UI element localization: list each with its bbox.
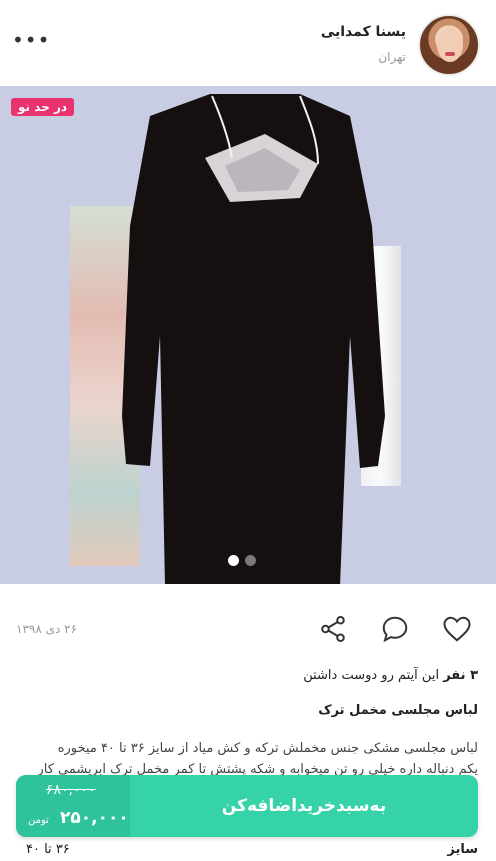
- size-label: سایز: [447, 842, 478, 857]
- new-price: ۲۵۰,۰۰۰: [60, 808, 129, 828]
- image-pagination: [228, 555, 256, 566]
- product-description: لباس مجلسی مشکی جنس مخملش ترکه و کش میاد…: [18, 738, 478, 780]
- likes-summary[interactable]: ۳ نفر این آیتم رو دوست داشتن: [303, 668, 478, 683]
- comment-icon[interactable]: [380, 614, 410, 644]
- size-value: ۳۶ تا ۴۰: [26, 842, 70, 857]
- product-image[interactable]: در حد نو: [0, 86, 496, 584]
- more-options-icon[interactable]: •••: [12, 30, 50, 50]
- old-price: ۶۸۰,۰۰۰: [46, 782, 96, 798]
- add-to-cart-button[interactable]: ۶۸۰,۰۰۰ ۲۵۰,۰۰۰ تومن به‌سبدخریداضافه‌کن: [16, 775, 478, 837]
- dress-photo: [122, 94, 385, 584]
- pagination-dot-active[interactable]: [228, 555, 239, 566]
- seller-name[interactable]: یسنا کمدایی: [321, 24, 406, 40]
- share-icon[interactable]: [318, 614, 348, 644]
- heart-icon[interactable]: [442, 614, 472, 644]
- seller-avatar[interactable]: [418, 14, 480, 76]
- post-header: یسنا کمدایی تهران •••: [0, 0, 496, 86]
- product-title: لباس مجلسی مخمل ترک: [318, 703, 478, 718]
- seller-city: تهران: [378, 50, 406, 64]
- add-to-cart-label[interactable]: به‌سبدخریداضافه‌کن: [130, 775, 478, 837]
- post-date: ۲۶ دی ۱۳۹۸: [16, 622, 78, 636]
- size-row: سایز ۳۶ تا ۴۰: [0, 838, 496, 861]
- likes-text: این آیتم رو دوست داشتن: [303, 668, 440, 683]
- price-box: ۶۸۰,۰۰۰ ۲۵۰,۰۰۰ تومن: [16, 775, 130, 837]
- pagination-dot[interactable]: [245, 555, 256, 566]
- likes-count: ۳ نفر: [443, 668, 478, 683]
- condition-badge: در حد نو: [11, 98, 75, 116]
- action-bar: ۲۶ دی ۱۳۹۸: [0, 600, 496, 660]
- currency-label: تومن: [28, 815, 49, 826]
- description-line: لباس مجلسی مشکی جنس مخملش ترکه و کش میاد…: [57, 741, 478, 756]
